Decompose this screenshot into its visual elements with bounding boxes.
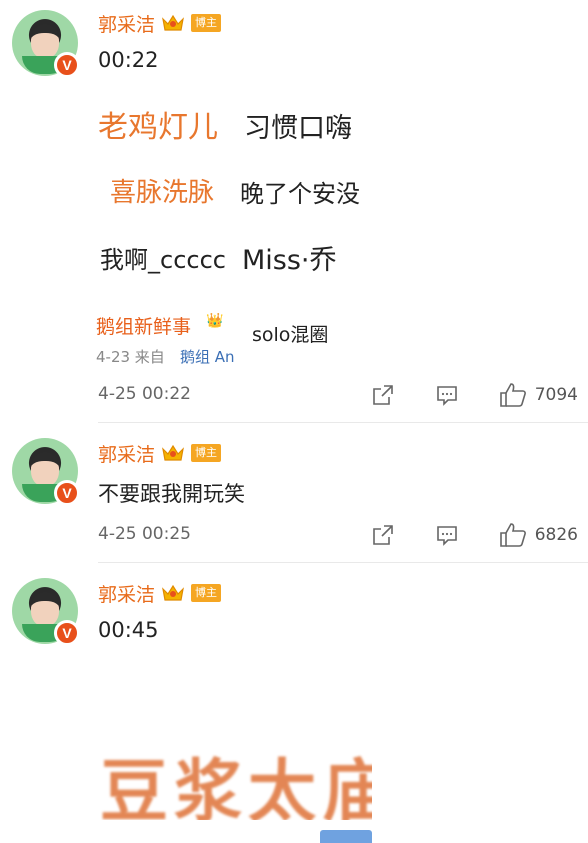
- embedded-text-1: 习惯口嗨: [244, 113, 352, 144]
- post-timestamp: 4-25 00:25: [98, 524, 191, 544]
- like-count: 7094: [534, 385, 578, 405]
- embedded-meta: 4-23 来自: [96, 348, 165, 364]
- post-image[interactable]: 豆浆太庙: [100, 736, 372, 820]
- blogger-tag: 博主: [191, 584, 222, 602]
- user-name[interactable]: 郭采洁: [98, 580, 155, 607]
- comment-icon: [436, 526, 457, 546]
- avatar[interactable]: V: [12, 578, 80, 646]
- embedded-text-2: 晚了个安没: [240, 180, 360, 208]
- like-button[interactable]: 6826: [499, 522, 578, 548]
- user-row: 郭采洁 博主: [98, 580, 222, 607]
- share-icon: [372, 385, 393, 405]
- like-count: 6826: [534, 525, 578, 545]
- avatar[interactable]: V: [12, 10, 80, 78]
- thumbs-up-icon: [499, 523, 526, 547]
- crown-icon-small: 👑: [206, 313, 224, 329]
- crown-icon: [161, 443, 185, 463]
- embedded-screenshot-4[interactable]: 鹅组新鲜事 👑 solo混圈 4-23 来自 鹅组 An: [96, 308, 372, 364]
- verified-icon: V: [54, 52, 80, 78]
- comment-icon: [436, 386, 457, 406]
- post-text: 不要跟我開玩笑: [98, 482, 245, 506]
- embedded-screenshot-2[interactable]: 喜脉洗脉 晚了个安没: [96, 166, 376, 222]
- blogger-tag: 博主: [191, 14, 222, 32]
- user-row: 郭采洁 博主: [98, 440, 222, 467]
- share-icon: [372, 525, 393, 545]
- comment-button[interactable]: [435, 383, 459, 407]
- post-actions: 7094: [331, 382, 578, 408]
- embedded-screenshot-3[interactable]: 我啊_ccccc Miss·乔: [96, 232, 372, 296]
- embedded-text-3: 我啊_ccccc: [100, 246, 226, 274]
- verified-icon: V: [54, 620, 80, 646]
- blogger-tag: 博主: [191, 444, 222, 462]
- embedded-name-3: 鹅组新鲜事: [96, 316, 192, 338]
- share-button[interactable]: [371, 523, 395, 547]
- like-button[interactable]: 7094: [499, 382, 578, 408]
- embedded-name-2: 喜脉洗脉: [110, 178, 215, 208]
- user-name[interactable]: 郭采洁: [98, 440, 155, 467]
- avatar[interactable]: V: [12, 438, 80, 506]
- embedded-source: 鹅组 An: [180, 348, 235, 364]
- post-text: 00:45: [98, 618, 159, 642]
- embedded-name-1: 老鸡灯儿: [98, 110, 218, 145]
- verified-icon: V: [54, 480, 80, 506]
- post-image-text: 豆浆太庙: [100, 753, 372, 820]
- post-timestamp: 4-25 00:22: [98, 384, 191, 404]
- embedded-screenshot-1[interactable]: 老鸡灯儿 习惯口嗨: [96, 98, 376, 148]
- post-text: 00:22: [98, 48, 159, 72]
- share-button[interactable]: [371, 383, 395, 407]
- post-actions: 6826: [331, 522, 578, 548]
- divider: [98, 422, 588, 423]
- embedded-text-5: solo混圈: [252, 324, 329, 346]
- user-name[interactable]: 郭采洁: [98, 10, 155, 37]
- crown-icon: [161, 13, 185, 33]
- divider: [98, 562, 588, 563]
- long-image-badge: [320, 830, 372, 843]
- thumbs-up-icon: [499, 383, 526, 407]
- embedded-text-4: Miss·乔: [242, 245, 337, 276]
- user-row: 郭采洁 博主: [98, 10, 222, 37]
- crown-icon: [161, 583, 185, 603]
- comment-button[interactable]: [435, 523, 459, 547]
